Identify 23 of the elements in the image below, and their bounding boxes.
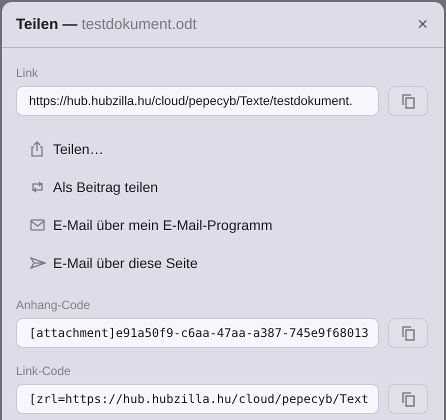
paper-plane-icon [30,257,46,269]
file-name: testdokument.odt [82,16,197,33]
share-icon [30,141,44,157]
repeat-arrows-icon [30,181,45,193]
copy-button[interactable] [388,318,428,348]
link-field[interactable]: https://hub.hubzilla.hu/cloud/pepecyb/Texte/testdokument. [16,86,379,116]
copy-button[interactable] [388,384,428,414]
code-field[interactable]: [attachment]e91a50f9-c6aa-47aa-a387-745e9f68013 [16,318,379,348]
close-button[interactable]: × [415,14,430,35]
copy-button[interactable] [388,86,428,116]
menu-item[interactable]: Als Beitrag teilen [16,168,430,206]
field-label: Anhang-Code [16,298,90,312]
copy-icon [402,392,414,406]
envelope-icon [30,219,45,231]
field-label: Link-Code [16,364,71,378]
copy-icon [402,94,414,108]
copy-icon [402,326,414,340]
menu-item[interactable]: Teilen… [16,130,430,168]
menu-item[interactable]: E-Mail über mein E-Mail-Programm [16,206,430,244]
dialog-title: Teilen — [16,16,78,33]
field-label: Link [16,66,38,80]
code-field[interactable]: [zrl=https://hub.hubzilla.hu/cloud/pepecyb/Text [16,384,379,414]
menu-item[interactable]: E-Mail über diese Seite [16,244,430,282]
